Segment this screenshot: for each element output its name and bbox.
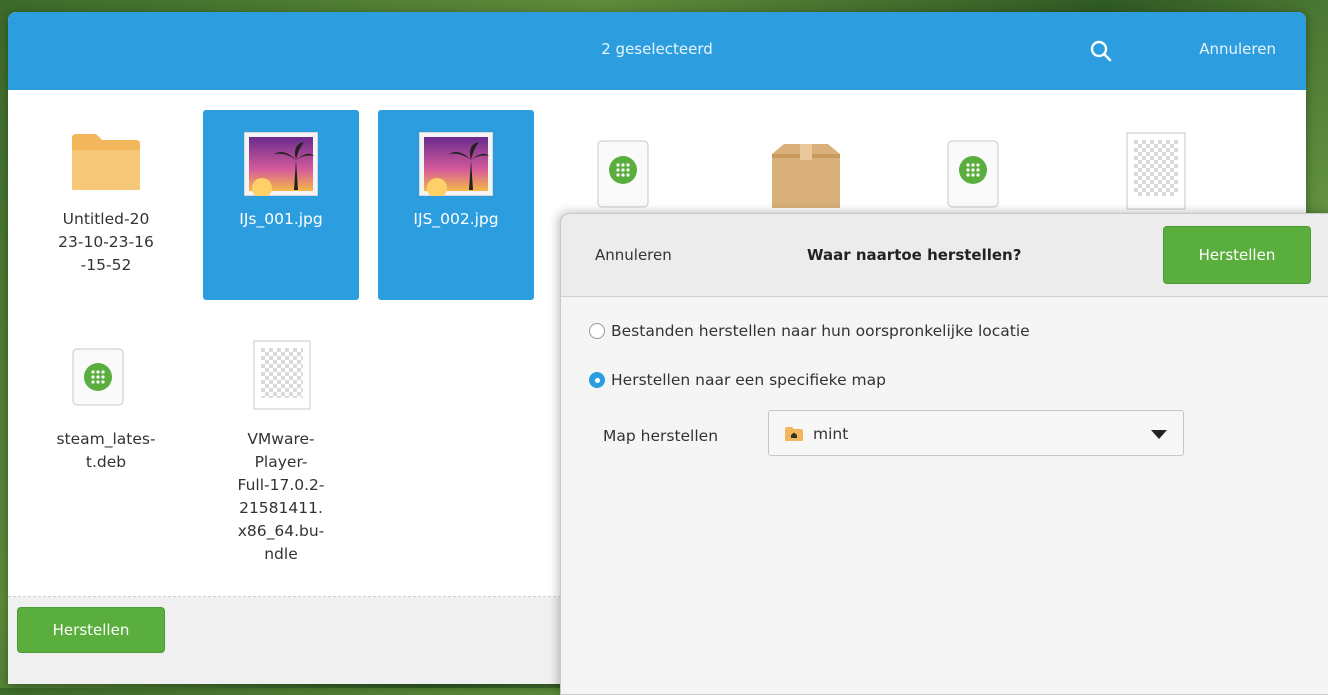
dialog-header: Annuleren Waar naartoe herstellen? Herst… — [561, 214, 1328, 297]
file-item[interactable] — [553, 110, 709, 220]
option-specific-folder[interactable]: Herstellen naar een specifieke map — [589, 371, 886, 389]
restore-button[interactable]: Herstellen — [17, 607, 165, 653]
file-item[interactable]: Untitled-20 23-10-23-16 -15-52 — [28, 110, 184, 300]
blank-file-icon — [253, 340, 311, 410]
deb-package-icon — [597, 140, 649, 208]
home-folder-icon — [785, 427, 803, 441]
file-item-selected[interactable]: IJs_001.jpg — [203, 110, 359, 300]
file-item[interactable]: VMware- Player- Full-17.0.2- 21581411. x86_… — [203, 330, 359, 590]
image-icon — [419, 132, 493, 196]
image-icon — [244, 132, 318, 196]
folder-dropdown[interactable]: mint — [768, 410, 1184, 456]
dialog-restore-button[interactable]: Herstellen — [1163, 226, 1311, 284]
file-item[interactable] — [728, 110, 884, 220]
radio-button[interactable] — [589, 323, 605, 339]
dialog-title: Waar naartoe herstellen? — [807, 246, 1022, 264]
file-item[interactable] — [903, 110, 1059, 220]
option-original-location[interactable]: Bestanden herstellen naar hun oorspronke… — [589, 322, 1030, 340]
folder-label: Map herstellen — [603, 427, 719, 445]
restore-location-dialog: Annuleren Waar naartoe herstellen? Herst… — [560, 213, 1328, 695]
deb-package-icon — [72, 348, 124, 406]
folder-icon — [72, 134, 140, 190]
radio-button-checked[interactable] — [589, 372, 605, 388]
blank-file-icon — [1126, 132, 1186, 210]
header-bar: 2 geselecteerd Annuleren — [8, 12, 1306, 90]
folder-value: mint — [813, 425, 849, 443]
search-icon[interactable] — [1088, 38, 1114, 64]
archive-box-icon — [772, 144, 840, 208]
file-item[interactable] — [1078, 110, 1234, 220]
deb-package-icon — [947, 140, 999, 208]
file-item[interactable]: steam_lates-t.deb — [28, 330, 184, 490]
dialog-cancel-button[interactable]: Annuleren — [595, 246, 672, 264]
cancel-button[interactable]: Annuleren — [1199, 40, 1276, 58]
chevron-down-icon — [1151, 430, 1167, 439]
file-item-selected[interactable]: IJS_002.jpg — [378, 110, 534, 300]
